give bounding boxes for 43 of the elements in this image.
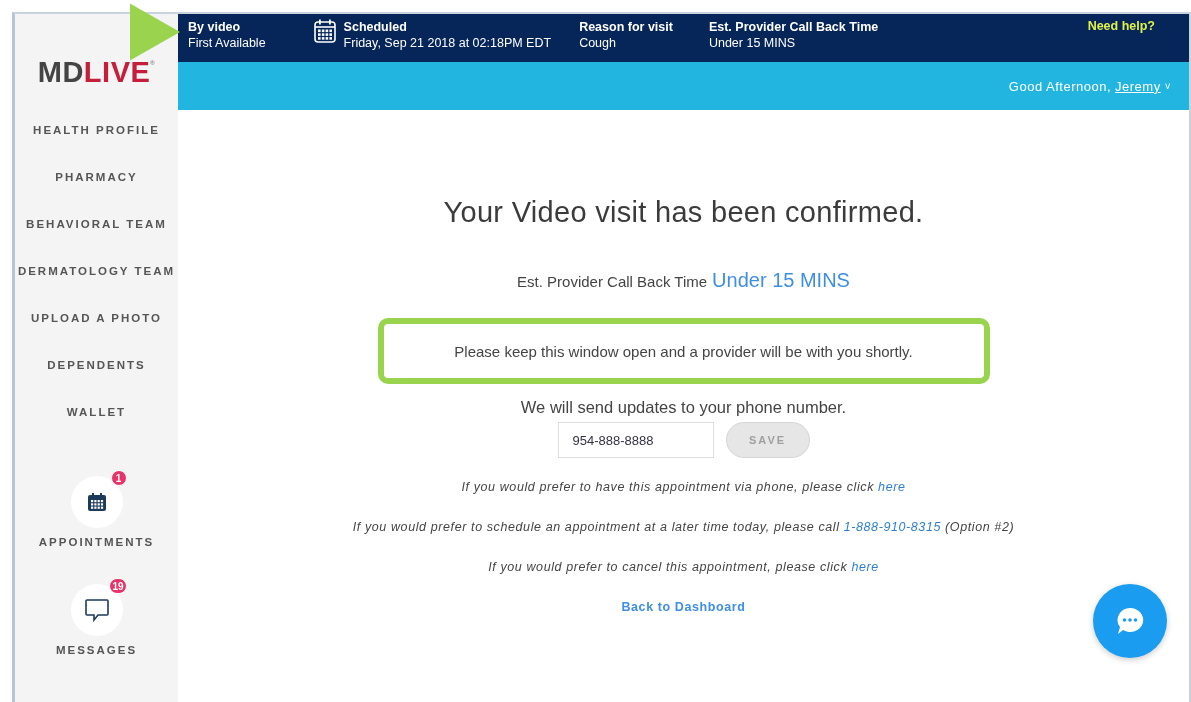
- sidebar-item-label: APPOINTMENTS: [38, 536, 155, 548]
- greeting-text: Good Afternoon,: [1008, 78, 1112, 94]
- option-link[interactable]: 1-888-910-8315: [843, 520, 941, 534]
- visit-info-title: By video: [188, 19, 242, 35]
- sidebar-item[interactable]: HEALTH PROFILE: [33, 107, 160, 154]
- caret-icon: ˅: [1164, 80, 1171, 92]
- option-link[interactable]: here: [878, 480, 906, 494]
- sidebar-item[interactable]: UPLOAD A PHOTO: [30, 295, 163, 342]
- calendar-icon: [86, 492, 107, 512]
- option-link[interactable]: here: [851, 560, 879, 574]
- option-text: If you would prefer to have this appointment via phone, please click here: [461, 480, 906, 494]
- count-badge: 1: [110, 470, 127, 486]
- callback-time: Under 15 MINS: [712, 269, 850, 292]
- confirmation-heading: Your Video visit has been confirmed.: [443, 196, 924, 229]
- visit-info-value: Cough: [579, 35, 617, 51]
- chat-icon: [83, 598, 110, 622]
- logo: MDLIVE$^{®}$: [37, 56, 156, 89]
- sidebar-icon-item[interactable]: 1 APPOINTMENTS: [32, 468, 161, 548]
- sidebar-icon-item[interactable]: 19 MESSAGES: [49, 576, 144, 656]
- visit-info-title: Scheduled: [343, 19, 408, 35]
- sidebar-item[interactable]: PHARMACY: [55, 154, 138, 201]
- sidebar-item[interactable]: BEHAVIORAL TEAM: [26, 201, 167, 248]
- phone-field[interactable]: 954-888-8888: [557, 422, 714, 458]
- option-text: If you would prefer to schedule an appointment at a later time today, please call 1-888-910-8315 (Option #2): [352, 520, 1015, 534]
- callback-label: Est. Provider Call Back Time: [517, 273, 708, 290]
- chat-button[interactable]: [1093, 584, 1167, 658]
- visit-info-value: First Available: [188, 35, 266, 51]
- visit-info-value: Under 15 MINS: [708, 35, 797, 51]
- visit-info-title: Reason for visit: [579, 19, 673, 35]
- back-to-dashboard-link[interactable]: Back to Dashboard: [621, 600, 746, 614]
- visit-info-value: Friday, Sep 21 2018 at 02:18PM EDT: [343, 35, 552, 51]
- phone-prompt: We will send updates to your phone number.: [520, 398, 847, 417]
- visit-info-title: Est. Provider Call Back Time: [708, 19, 879, 35]
- chat-icon: [1115, 606, 1145, 636]
- sidebar-item[interactable]: DERMATOLOGY TEAM: [17, 248, 176, 295]
- help-link[interactable]: Need help?: [1087, 19, 1155, 33]
- sidebar-item[interactable]: WALLET: [66, 389, 127, 436]
- sidebar-item-label: MESSAGES: [55, 644, 138, 656]
- option-text: If you would prefer to cancel this appointment, please click here: [488, 560, 879, 574]
- sidebar-item[interactable]: DEPENDENTS: [47, 342, 146, 389]
- calendar-icon: [313, 19, 336, 43]
- count-badge: 19: [109, 578, 127, 594]
- notice-text: Please keep this window open and a provider will be with you shortly.: [454, 342, 913, 360]
